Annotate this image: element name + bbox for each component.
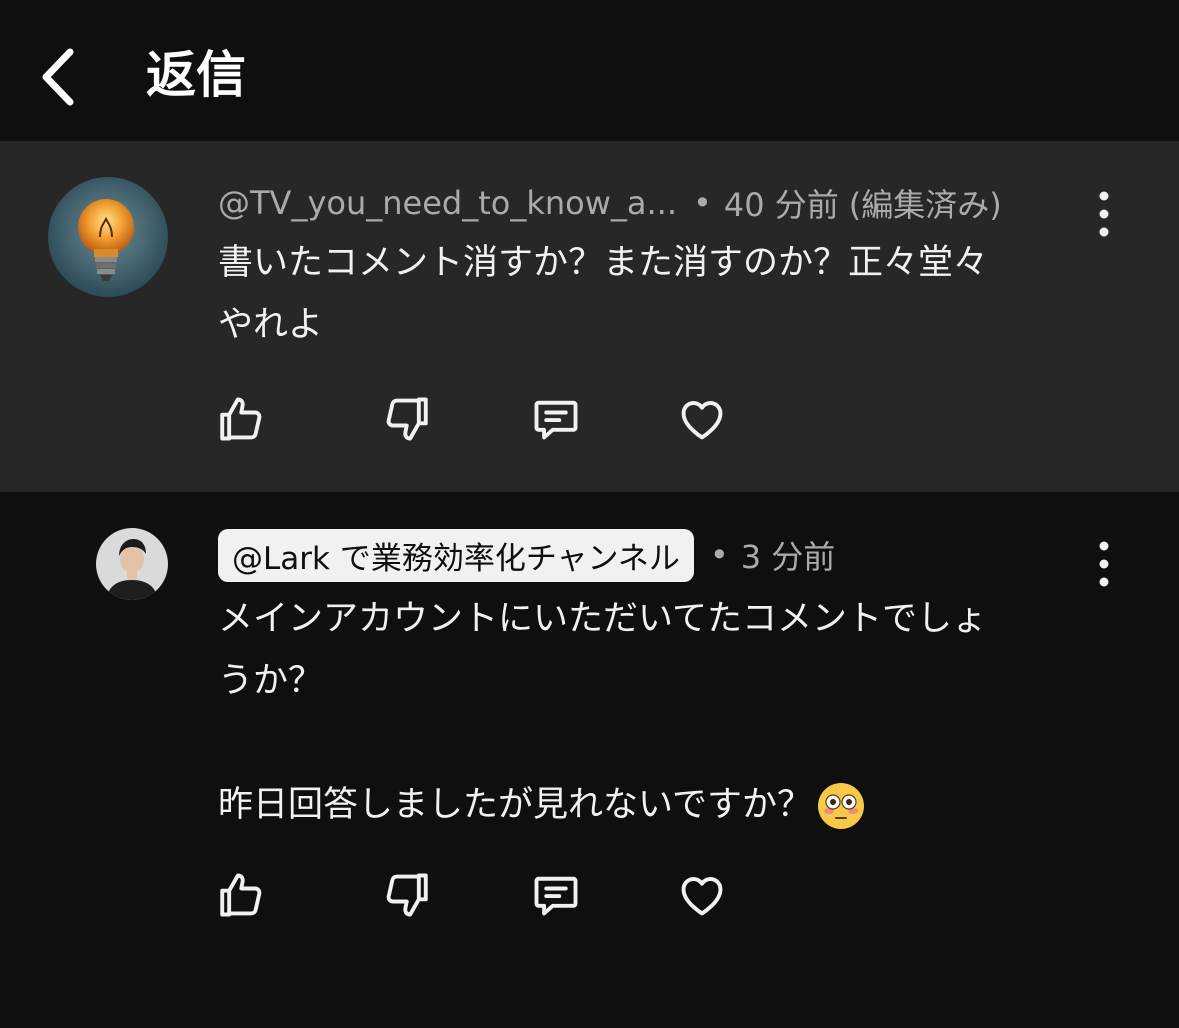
separator-dot: • [709, 536, 729, 574]
like-button[interactable] [214, 869, 266, 921]
like-button[interactable] [214, 393, 266, 445]
heart-icon [676, 393, 728, 445]
chevron-left-icon [42, 48, 74, 106]
avatar[interactable] [96, 528, 168, 600]
author-handle[interactable]: @TV_you_need_to_know_a... [218, 184, 677, 222]
dislike-button[interactable] [382, 393, 434, 445]
thumbs-down-icon [382, 869, 434, 921]
separator-dot: • [693, 184, 712, 222]
heart-icon [676, 869, 728, 921]
reply-comment: @Lark で業務効率化チャンネル • 3 分前 メインアカウントにいただいてた… [0, 492, 1179, 1028]
person-avatar-image [96, 528, 168, 600]
thumbs-down-icon [382, 393, 434, 445]
comment-text: メインアカウントにいただいてたコメントでしょ うか？ 昨日回答しましたが見れない… [218, 588, 1098, 836]
creator-handle-chip[interactable]: @Lark で業務効率化チャンネル [218, 528, 694, 582]
flushed-face-emoji [816, 781, 866, 831]
lightbulb-avatar-image [48, 177, 168, 297]
comment-icon [530, 869, 582, 921]
timestamp: 3 分前 [740, 538, 836, 576]
comment-meta: @Lark で業務効率化チャンネル • 3 分前 [218, 528, 835, 582]
reply-button[interactable] [530, 869, 582, 921]
comment-text: 書いたコメント消すか？また消すのか？正々堂々 やれよ [218, 243, 989, 345]
reply-button[interactable] [530, 393, 582, 445]
top-bar: 返信 [0, 0, 1179, 141]
avatar[interactable] [48, 177, 168, 297]
page-title: 返信 [146, 46, 246, 104]
more-options-button[interactable] [1088, 538, 1120, 590]
heart-button[interactable] [676, 393, 728, 445]
more-vertical-icon [1088, 538, 1120, 590]
timestamp: 40 分前 [723, 186, 839, 224]
comment-icon [530, 393, 582, 445]
parent-comment: @TV_you_need_to_know_a... • 40 分前 (編集済み)… [0, 141, 1179, 492]
dislike-button[interactable] [382, 869, 434, 921]
edited-label: (編集済み) [848, 186, 1002, 224]
comment-meta: @TV_you_need_to_know_a... • 40 分前 (編集済み) [218, 179, 1002, 227]
comment-actions [214, 869, 754, 925]
thumbs-up-icon [214, 393, 266, 445]
heart-button[interactable] [676, 869, 728, 921]
thumbs-up-icon [214, 869, 266, 921]
back-button[interactable] [30, 42, 90, 112]
comment-text-content: メインアカウントにいただいてたコメントでしょ うか？ 昨日回答しましたが見れない… [218, 599, 987, 825]
comment-actions [214, 393, 754, 449]
